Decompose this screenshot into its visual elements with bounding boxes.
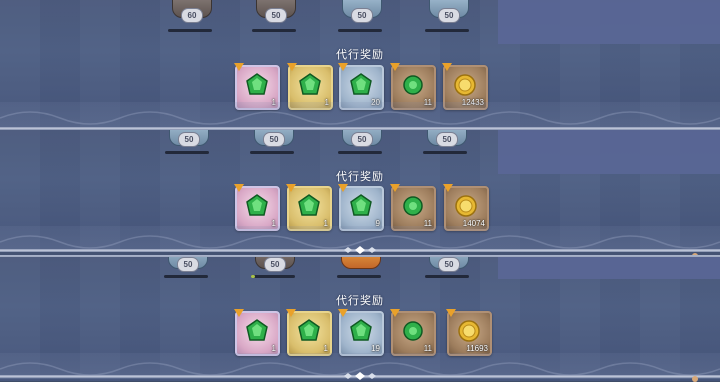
reward-quantity: 11693 (466, 344, 488, 353)
green-gem-icon (403, 321, 423, 341)
equipment-level-badge: 50 (436, 132, 458, 147)
green-gem-icon (403, 196, 423, 216)
reward-item-gold-gem-box[interactable]: 1 (286, 309, 332, 356)
green-gem-icon (350, 319, 372, 341)
green-gem-icon (298, 319, 320, 341)
reward-quantity: 1 (271, 344, 276, 353)
equipment-progress-bar (252, 29, 296, 32)
reward-item-pink-gem-box[interactable]: 1 (234, 309, 280, 356)
equipment-progress-bar (251, 275, 295, 278)
reward-item-blue-gem-box[interactable]: 9 (338, 184, 384, 231)
equipment-progress-bar (423, 151, 467, 154)
bonus-tag-icon (390, 309, 400, 317)
equipment-progress-bar (337, 275, 381, 278)
diamond-ornament-icon (344, 246, 376, 254)
equipment-progress-bar (168, 29, 212, 32)
reward-panel-2: 50 50 50 50 代行奖励 1 1 9 11 14074 (0, 130, 720, 252)
equipment-progress-bar (425, 275, 469, 278)
bonus-tag-icon (338, 63, 348, 71)
reward-item-gold-gem-box[interactable]: 1 (286, 184, 332, 231)
equipment-level-badge: 60 (181, 8, 203, 23)
green-gem-icon (298, 194, 320, 216)
equipment-level-badge: 50 (264, 257, 286, 272)
equipment-level-badge: 50 (177, 257, 199, 272)
green-gem-icon (246, 73, 268, 95)
reward-quantity: 1 (323, 344, 328, 353)
reward-item-gold-coin[interactable]: 14074 (443, 184, 489, 231)
highlight-strip (498, 0, 720, 44)
bonus-tag-icon (390, 63, 400, 71)
equipment-level-badge: 50 (351, 8, 373, 23)
bonus-tag-icon (234, 309, 244, 317)
decorative-swirl-band (0, 102, 720, 128)
equipment-level-badge: 50 (263, 132, 285, 147)
bonus-tag-icon (442, 63, 452, 71)
equipment-level-badge: 50 (178, 132, 200, 147)
divider-end-dot (692, 376, 698, 382)
reward-item-green-gem[interactable]: 11 (390, 309, 436, 356)
reward-quantity: 19 (371, 344, 380, 353)
equipment-level-badge: 50 (351, 132, 373, 147)
green-gem-icon (246, 319, 268, 341)
bonus-tag-icon (446, 309, 456, 317)
gold-coin-icon (455, 195, 477, 217)
reward-quantity: 11 (423, 344, 432, 353)
equipment-progress-bar (338, 151, 382, 154)
bonus-tag-icon (286, 309, 296, 317)
green-gem-icon (246, 194, 268, 216)
bonus-tag-icon (390, 184, 400, 192)
reward-item-pink-gem-box[interactable]: 1 (234, 184, 280, 231)
reward-panel-1: 60 50 50 50 代行奖励 1 1 20 11 1243 (0, 0, 720, 128)
section-title: 代行奖励 (336, 49, 384, 61)
reward-item-blue-gem-box[interactable]: 19 (338, 309, 384, 356)
equipment-progress-bar (425, 29, 469, 32)
bonus-tag-icon (338, 309, 348, 317)
bonus-tag-icon (286, 184, 296, 192)
highlight-strip (498, 257, 720, 279)
section-title: 代行奖励 (336, 295, 384, 307)
gold-coin-icon (454, 74, 476, 96)
bonus-tag-icon (234, 184, 244, 192)
equipment-progress-bar (164, 275, 208, 278)
section-title: 代行奖励 (336, 171, 384, 183)
reward-item-gold-coin[interactable]: 11693 (446, 309, 492, 356)
bonus-tag-icon (234, 63, 244, 71)
equipment-icon (341, 257, 381, 269)
bonus-tag-icon (443, 184, 453, 192)
diamond-ornament-icon (344, 372, 376, 380)
equipment-progress-bar (338, 29, 382, 32)
reward-panel-3: 50 50 50 代行奖励 1 1 19 11 11693 (0, 257, 720, 381)
equipment-progress-bar (165, 151, 209, 154)
reward-item-green-gem[interactable]: 11 (390, 184, 436, 231)
green-gem-icon (350, 73, 372, 95)
gold-coin-icon (458, 320, 480, 342)
green-gem-icon (350, 194, 372, 216)
bonus-tag-icon (338, 184, 348, 192)
equipment-level-badge: 50 (438, 8, 460, 23)
green-gem-icon (299, 73, 321, 95)
equipment-level-badge: 50 (265, 8, 287, 23)
bonus-tag-icon (287, 63, 297, 71)
equipment-level-badge: 50 (438, 257, 460, 272)
equipment-progress-bar (250, 151, 294, 154)
green-gem-icon (403, 75, 423, 95)
